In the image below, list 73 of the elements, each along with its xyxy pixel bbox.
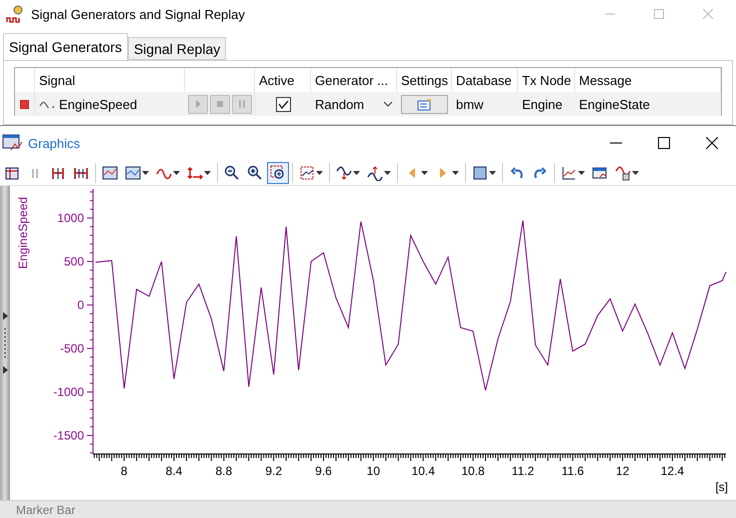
window-icon	[592, 164, 608, 180]
tab[interactable]: Signal Generators	[3, 33, 128, 60]
expand-arrow-icon	[2, 366, 8, 374]
arrows-icon	[187, 164, 203, 180]
expand-arrow-icon	[2, 312, 8, 320]
x-tick-label: 11.2	[512, 464, 534, 478]
pause-icon	[238, 100, 246, 108]
y-tick-label: 1000	[57, 210, 84, 225]
table-icon	[4, 164, 20, 180]
caret-icon	[578, 170, 585, 174]
x-tick-label: 12	[616, 464, 630, 478]
panel-icon	[472, 164, 488, 180]
stop-icon	[216, 100, 224, 108]
caret-icon	[204, 170, 211, 174]
caret-icon	[316, 170, 323, 174]
window-title: Graphics	[28, 136, 82, 150]
close-icon	[706, 137, 718, 149]
x-tick-label: 9.2	[265, 464, 282, 478]
zoom-region-icon	[270, 164, 286, 180]
splitter-handle[interactable]	[0, 186, 10, 500]
window-title: Signal Generators and Signal Replay	[31, 6, 246, 22]
form-icon	[416, 98, 432, 110]
x-tick-label: 8.8	[216, 464, 232, 478]
y-axis-label: EngineSpeed	[16, 196, 30, 269]
x-tick-label: 8.4	[166, 464, 182, 478]
undo-icon	[509, 164, 525, 180]
caret-icon	[632, 170, 639, 174]
caret-icon	[489, 170, 496, 174]
caret-icon	[421, 170, 428, 174]
caret-icon	[173, 170, 180, 174]
maximize-icon	[658, 137, 670, 149]
graphics-window-icon	[2, 133, 24, 153]
y-tick-label: -1000	[53, 384, 84, 399]
y-tick-label: -1500	[53, 428, 84, 442]
axis-chart-icon	[561, 164, 577, 180]
active-checkbox[interactable]	[276, 96, 290, 112]
x-tick-label: 11.6	[562, 464, 584, 478]
y-tick-label: 0	[77, 298, 84, 312]
zoom-in-icon	[247, 164, 263, 180]
zoom-out-icon	[224, 164, 240, 180]
table-cell: bmw	[452, 92, 518, 116]
chevron-icon	[383, 101, 393, 107]
x-axis-label: [s]	[715, 480, 728, 494]
redo-icon	[532, 164, 548, 180]
y-tick-label: 500	[64, 254, 84, 268]
maximize-icon	[654, 9, 664, 19]
wave-export-icon	[615, 164, 631, 180]
x-tick-label: 10	[366, 464, 380, 478]
chart-icon	[102, 164, 118, 180]
marker-bar-label: Marker Bar	[16, 502, 76, 516]
caret-icon	[353, 170, 360, 174]
x-tick-label: 8	[120, 464, 128, 478]
chart-region-icon	[299, 164, 315, 180]
tab[interactable]: Signal Replay	[128, 37, 226, 60]
signal-name: EngineSpeed	[59, 96, 138, 112]
settings-button[interactable]	[401, 94, 448, 114]
table-cell: EngineState	[575, 92, 721, 116]
x-tick-label: 9.6	[315, 464, 332, 478]
wave-icon	[39, 100, 55, 108]
x-tick-label: 10.8	[461, 464, 485, 478]
x-tick-label: 10.4	[412, 464, 435, 478]
table-cell: Engine	[518, 92, 575, 116]
wave-up-icon	[367, 164, 383, 180]
play-icon	[194, 100, 202, 108]
x-tick-label: 12.4	[660, 464, 684, 478]
y-tick-label: -500	[60, 341, 84, 356]
chart-icon	[125, 164, 141, 180]
close-icon	[703, 9, 713, 19]
caret-icon	[142, 170, 149, 174]
zoom-region-button[interactable]	[267, 162, 289, 184]
wave-down-icon	[336, 164, 352, 180]
caret-icon	[452, 170, 459, 174]
caret-icon	[384, 170, 391, 174]
